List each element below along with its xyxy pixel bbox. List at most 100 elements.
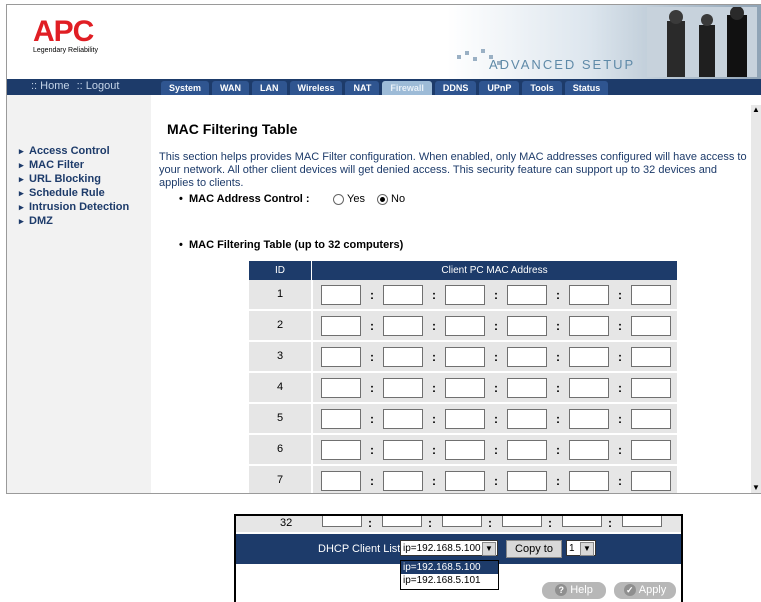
mac-field[interactable] [321,315,361,336]
mac-control-text: MAC Address Control : [188,193,310,205]
tab-nat[interactable]: NAT [345,81,380,95]
chevron-down-icon[interactable]: ▼ [482,542,496,556]
logo-tagline: Legendary Reliability [33,47,98,54]
sidebar-item-intrusion-detection[interactable]: ▸ Intrusion Detection [19,201,129,213]
tab-ddns[interactable]: DDNS [434,81,477,95]
check-icon: ✓ [623,584,636,597]
radio-yes[interactable]: Yes [333,193,365,205]
table-row: 2::::: [249,311,677,342]
mac-field[interactable] [631,377,671,398]
main-content: MAC Filtering Table This section helps p… [157,95,751,493]
mac-field[interactable] [569,284,609,305]
mac-field[interactable] [445,439,485,460]
mac-separator: : [556,442,560,457]
mac-field[interactable] [507,315,547,336]
mac-field[interactable] [622,516,662,527]
sidebar-item-dmz[interactable]: ▸ DMZ [19,215,53,227]
mac-field[interactable] [569,439,609,460]
mac-field[interactable] [383,377,423,398]
mac-field[interactable] [569,470,609,491]
mac-field[interactable] [631,346,671,367]
mac-field[interactable] [569,408,609,429]
mac-field[interactable] [507,346,547,367]
help-label: Help [570,584,593,596]
help-button[interactable]: ? Help [542,582,606,599]
mac-field[interactable] [321,470,361,491]
mac-field[interactable] [383,315,423,336]
tab-bar: System WAN LAN Wireless NAT Firewall DDN… [161,81,611,95]
mac-field[interactable] [507,439,547,460]
mac-field[interactable] [321,408,361,429]
table-row: 6::::: [249,435,677,466]
sidebar-item-access-control[interactable]: ▸ Access Control [19,145,110,157]
mac-field[interactable] [569,377,609,398]
mac-field[interactable] [321,284,361,305]
mac-field[interactable] [383,284,423,305]
sidebar-item-url-blocking[interactable]: ▸ URL Blocking [19,173,101,185]
mac-field[interactable] [507,284,547,305]
mac-field[interactable] [322,516,362,527]
mac-field[interactable] [321,377,361,398]
mac-field[interactable] [445,315,485,336]
logo-text: APC [33,15,94,48]
home-link[interactable]: :: Home [31,80,70,92]
scroll-up-icon[interactable]: ▲ [751,105,761,115]
tab-wireless[interactable]: Wireless [289,81,343,95]
sidebar-item-schedule-rule[interactable]: ▸ Schedule Rule [19,187,105,199]
mac-field[interactable] [631,470,671,491]
copy-to-button[interactable]: Copy to [506,540,562,558]
mac-field[interactable] [507,377,547,398]
mac-field[interactable] [445,346,485,367]
mac-field[interactable] [382,516,422,527]
table-row: 1::::: [249,280,677,311]
tab-tools[interactable]: Tools [522,81,562,95]
dropdown-option[interactable]: ip=192.168.5.100 [401,561,498,574]
copy-target-select[interactable]: 1 ▼ [566,540,596,556]
mac-separator: : [618,380,622,395]
table-header: ID Client PC MAC Address [249,261,677,280]
mac-separator: : [494,380,498,395]
mac-fields: ::::: [313,435,677,464]
mac-field[interactable] [383,346,423,367]
logout-link[interactable]: :: Logout [77,80,120,92]
mac-field[interactable] [631,408,671,429]
mac-field[interactable] [502,516,542,527]
chevron-down-icon[interactable]: ▼ [580,542,594,556]
mac-field[interactable] [631,315,671,336]
row-id: 6 [249,435,313,464]
mac-field[interactable] [569,346,609,367]
mac-field[interactable] [321,439,361,460]
mac-field[interactable] [507,408,547,429]
scrollbar[interactable]: ▲ ▼ [751,105,761,493]
tab-system[interactable]: System [161,81,210,95]
mac-field[interactable] [383,408,423,429]
mac-separator: : [494,411,498,426]
scroll-down-icon[interactable]: ▼ [751,483,761,493]
mac-field[interactable] [507,470,547,491]
mac-field[interactable] [442,516,482,527]
mac-field[interactable] [321,346,361,367]
tab-wan[interactable]: WAN [212,81,250,95]
mac-separator: : [432,380,436,395]
sidebar-item-mac-filter[interactable]: ▸ MAC Filter [19,159,84,171]
tab-lan[interactable]: LAN [252,81,287,95]
mac-field[interactable] [445,284,485,305]
mac-field[interactable] [631,284,671,305]
tab-firewall[interactable]: Firewall [382,81,432,95]
mac-field[interactable] [383,439,423,460]
dropdown-option[interactable]: ip=192.168.5.101 [401,574,498,587]
radio-no[interactable]: No [377,193,405,205]
dhcp-client-select[interactable]: ip=192.168.5.100 ▼ [400,540,498,556]
mac-field[interactable] [562,516,602,527]
tab-upnp[interactable]: UPnP [479,81,520,95]
mac-field[interactable] [631,439,671,460]
mac-field[interactable] [569,315,609,336]
mac-separator: : [370,442,374,457]
tab-status[interactable]: Status [564,81,609,95]
mac-field[interactable] [445,377,485,398]
mac-field[interactable] [383,470,423,491]
dhcp-selected-value: ip=192.168.5.100 [403,543,481,554]
mac-field[interactable] [445,408,485,429]
apply-button[interactable]: ✓ Apply [614,582,676,599]
mac-field[interactable] [445,470,485,491]
